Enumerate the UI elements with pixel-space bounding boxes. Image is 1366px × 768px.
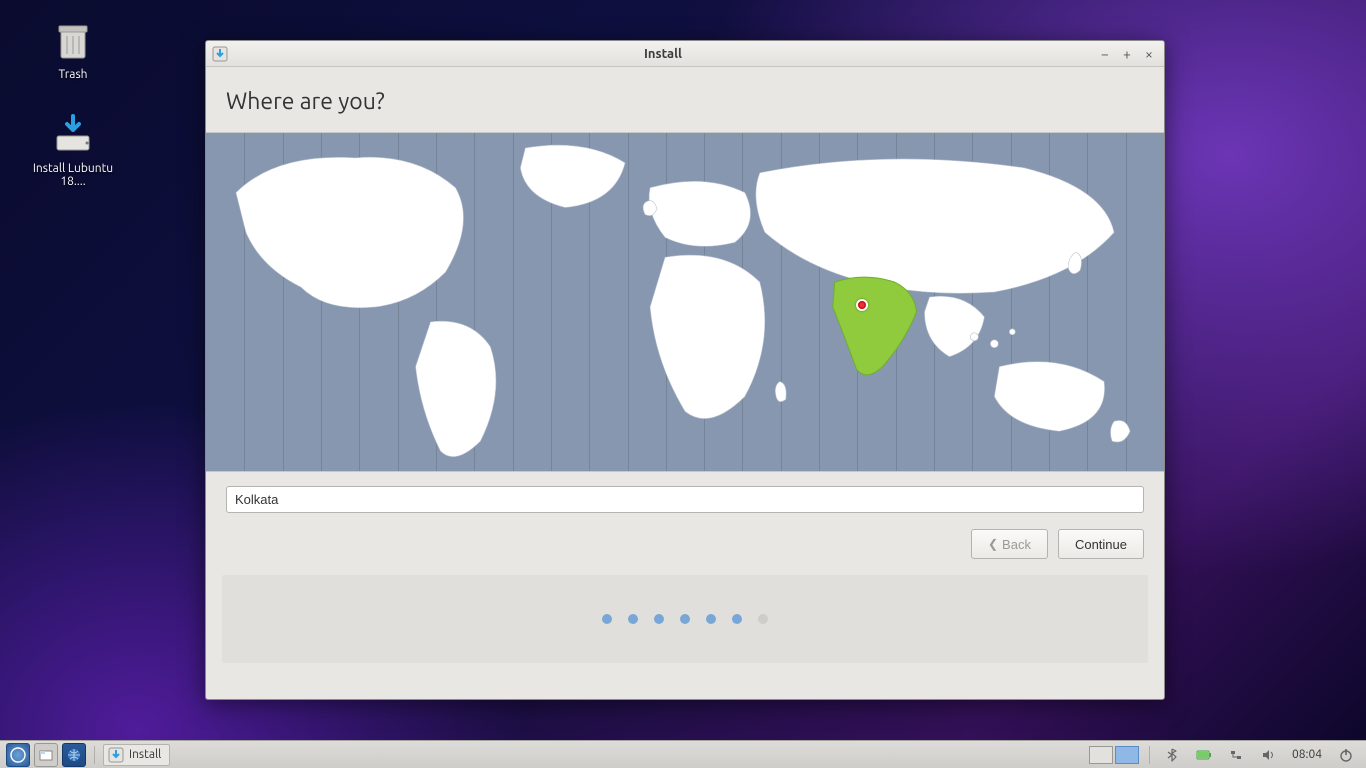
desktop-icon-label: Trash	[28, 68, 118, 81]
separator	[94, 746, 95, 764]
continue-button-label: Continue	[1075, 537, 1127, 552]
browser-launcher[interactable]	[62, 743, 86, 767]
maximize-button[interactable]: +	[1118, 45, 1136, 63]
bluetooth-icon[interactable]	[1163, 746, 1181, 764]
location-marker[interactable]	[856, 299, 868, 311]
world-map-svg	[206, 133, 1164, 471]
progress-dot	[654, 614, 664, 624]
desktop: Trash Install Lubuntu 18.... Install − +…	[0, 0, 1366, 768]
progress-dot	[628, 614, 638, 624]
continue-button[interactable]: Continue	[1058, 529, 1144, 559]
titlebar[interactable]: Install − + ×	[206, 41, 1164, 67]
workspace-1[interactable]	[1089, 746, 1113, 764]
install-task-icon	[108, 747, 124, 763]
file-manager-launcher[interactable]	[34, 743, 58, 767]
taskbar-task-install[interactable]: Install	[103, 744, 170, 766]
progress-dot	[758, 614, 768, 624]
progress-dot	[706, 614, 716, 624]
app-icon	[212, 46, 228, 62]
window-title: Install	[234, 47, 1092, 61]
location-input[interactable]	[226, 486, 1144, 513]
page-heading: Where are you?	[206, 67, 1164, 132]
progress-dot	[602, 614, 612, 624]
back-button-label: Back	[1002, 537, 1031, 552]
install-disk-icon	[49, 110, 97, 158]
progress-dot	[732, 614, 742, 624]
separator	[1149, 746, 1150, 764]
window-content: Where are you?	[206, 67, 1164, 699]
network-icon[interactable]	[1227, 746, 1245, 764]
close-button[interactable]: ×	[1140, 45, 1158, 63]
panel-clock[interactable]: 08:04	[1292, 748, 1322, 761]
timezone-map[interactable]	[206, 132, 1164, 472]
highlighted-region-india	[833, 277, 917, 375]
trash-icon	[49, 16, 97, 64]
desktop-icon-trash[interactable]: Trash	[28, 16, 118, 81]
volume-icon[interactable]	[1259, 746, 1277, 764]
chevron-left-icon: ❮	[988, 537, 998, 551]
minimize-button[interactable]: −	[1096, 45, 1114, 63]
back-button[interactable]: ❮ Back	[971, 529, 1048, 559]
desktop-icon-label: Install Lubuntu 18....	[28, 162, 118, 188]
button-row: ❮ Back Continue	[206, 523, 1164, 567]
progress-dot	[680, 614, 690, 624]
workspace-pager[interactable]	[1089, 746, 1139, 764]
progress-strip	[222, 575, 1148, 663]
workspace-2[interactable]	[1115, 746, 1139, 764]
battery-icon[interactable]	[1195, 746, 1213, 764]
power-icon[interactable]	[1337, 746, 1355, 764]
location-row	[206, 472, 1164, 523]
taskbar-panel: Install 08:04	[0, 740, 1366, 768]
start-menu-button[interactable]	[6, 743, 30, 767]
desktop-icon-install[interactable]: Install Lubuntu 18....	[28, 110, 118, 188]
taskbar-task-label: Install	[129, 748, 161, 761]
installer-window: Install − + × Where are you?	[205, 40, 1165, 700]
